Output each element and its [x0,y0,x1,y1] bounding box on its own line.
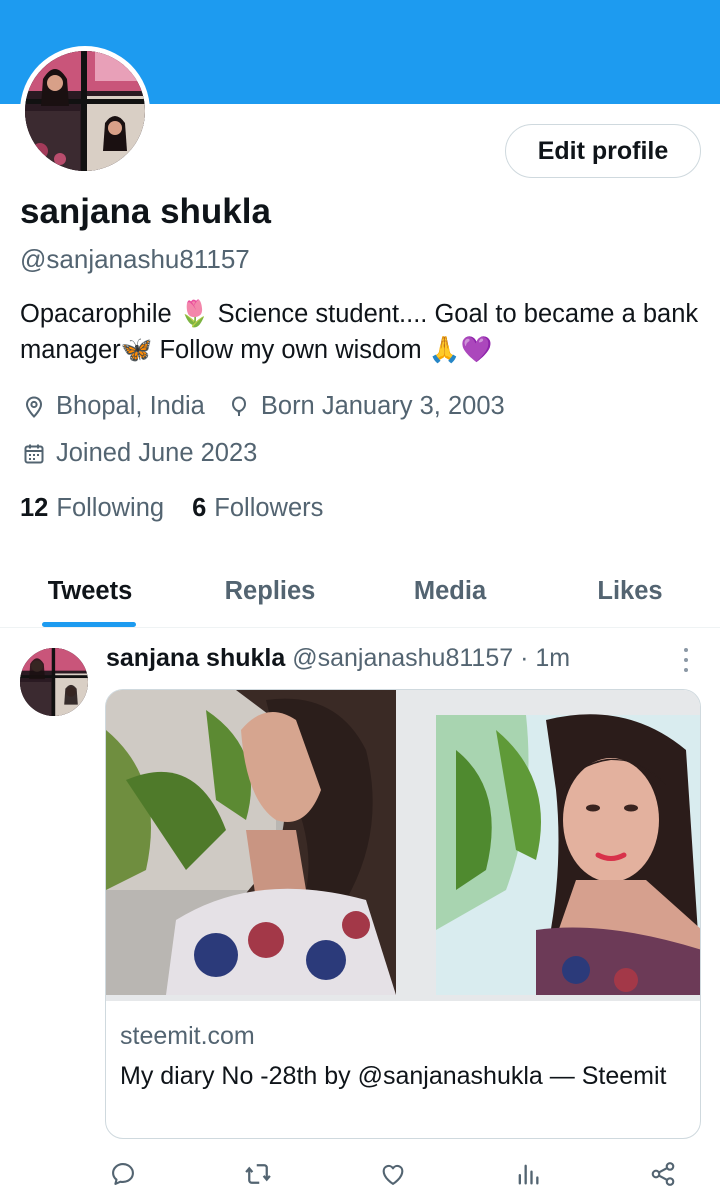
followers-count: 6 [192,494,207,522]
profile-location: Bhopal, India [56,392,205,420]
tab-tweets[interactable]: Tweets [0,556,180,627]
followers-label: Followers [214,494,324,522]
reply-icon[interactable] [105,1156,141,1192]
tab-likes[interactable]: Likes [540,556,720,627]
profile-tabs: Tweets Replies Media Likes [0,556,720,628]
follow-stats: 12 Following 6 Followers [20,494,351,523]
views-icon[interactable] [510,1156,546,1192]
profile-handle: @sanjanashu81157 [20,244,250,274]
tweet-author-handle[interactable]: @sanjanashu81157 [292,644,513,672]
profile-bio: Opacarophile 🌷 Science student.... Goal … [20,300,699,364]
tweet-actions [105,1156,701,1192]
tweet-separator: · [520,644,529,672]
tab-tweets-label: Tweets [47,577,133,605]
more-options-icon[interactable] [676,648,696,672]
link-card[interactable]: steemit.com My diary No -28th by @sanjan… [105,689,701,1139]
tab-media[interactable]: Media [360,556,540,627]
tab-replies[interactable]: Replies [180,556,360,627]
retweet-icon[interactable] [240,1156,276,1192]
tweet-time[interactable]: 1m [535,644,570,672]
profile-birthday: Born January 3, 2003 [260,392,505,420]
active-tab-indicator [42,622,136,627]
link-card-domain: steemit.com [120,1022,255,1050]
tab-media-label: Media [413,577,487,605]
profile-joined: Joined June 2023 [56,439,258,467]
tweet-author-name[interactable]: sanjana shukla [106,644,285,672]
profile-avatar[interactable] [20,46,150,176]
tab-replies-label: Replies [224,577,316,605]
calendar-icon [20,440,48,468]
edit-profile-button[interactable]: Edit profile [505,124,701,178]
profile-meta-row-1: Bhopal, India Born January 3, 2003 [20,392,505,421]
link-card-image [106,690,700,1001]
link-card-title: My diary No -28th by @sanjanashukla — St… [120,1062,667,1090]
tab-likes-label: Likes [597,577,663,605]
location-pin-icon [20,393,48,421]
share-icon[interactable] [645,1156,681,1192]
following-count: 12 [20,494,49,522]
tweet-avatar[interactable] [20,648,88,716]
following-link[interactable]: 12 Following [20,494,192,523]
profile-name: sanjana shukla [20,192,271,231]
balloon-icon [225,393,253,421]
following-label: Following [56,494,165,522]
profile-meta-row-2: Joined June 2023 [20,439,257,468]
like-icon[interactable] [375,1156,411,1192]
followers-link[interactable]: 6 Followers [192,494,351,523]
tweet-header: sanjana shukla @sanjanashu81157 · 1m [106,644,570,673]
